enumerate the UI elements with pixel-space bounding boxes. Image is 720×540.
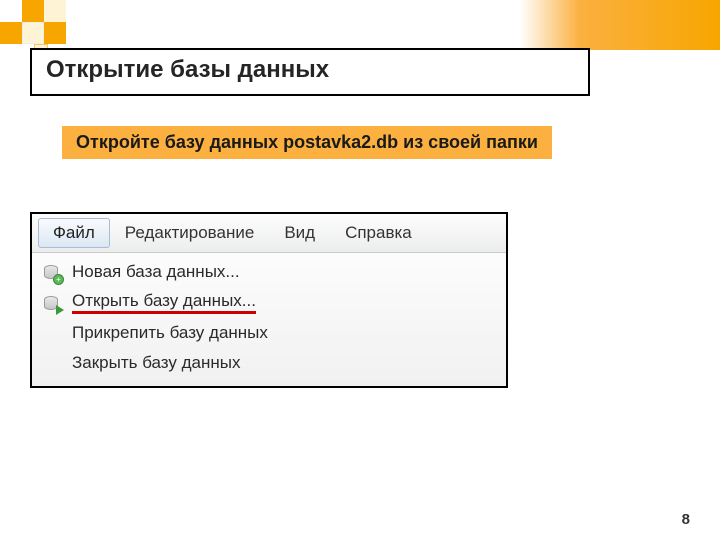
database-new-icon: +: [40, 261, 62, 283]
menubar: Файл Редактирование Вид Справка: [32, 214, 506, 253]
dropdown-close-db[interactable]: Закрыть базу данных: [32, 348, 506, 378]
menu-edit[interactable]: Редактирование: [110, 218, 270, 248]
menu-view[interactable]: Вид: [269, 218, 330, 248]
menu-help[interactable]: Справка: [330, 218, 427, 248]
file-dropdown: + Новая база данных... Открыть базу данн…: [32, 253, 506, 386]
spacer-icon: [40, 322, 62, 344]
spacer-icon: [40, 352, 62, 374]
database-open-icon: [40, 292, 62, 314]
decorative-stripe: [520, 0, 720, 50]
dropdown-open-db[interactable]: Открыть базу данных...: [32, 287, 506, 318]
app-screenshot: Файл Редактирование Вид Справка + Новая …: [30, 212, 508, 388]
page-title: Открытие базы данных: [46, 56, 574, 84]
dropdown-item-label: Новая база данных...: [72, 262, 240, 282]
dropdown-item-label: Открыть базу данных...: [72, 291, 256, 314]
dropdown-new-db[interactable]: + Новая база данных...: [32, 257, 506, 287]
dropdown-item-label: Прикрепить базу данных: [72, 323, 268, 343]
menu-file[interactable]: Файл: [38, 218, 110, 248]
title-box: Открытие базы данных: [30, 48, 590, 96]
dropdown-attach-db[interactable]: Прикрепить базу данных: [32, 318, 506, 348]
dropdown-item-label: Закрыть базу данных: [72, 353, 241, 373]
page-number: 8: [682, 511, 690, 528]
instruction-banner: Откройте базу данных postavka2.db из сво…: [62, 126, 552, 159]
